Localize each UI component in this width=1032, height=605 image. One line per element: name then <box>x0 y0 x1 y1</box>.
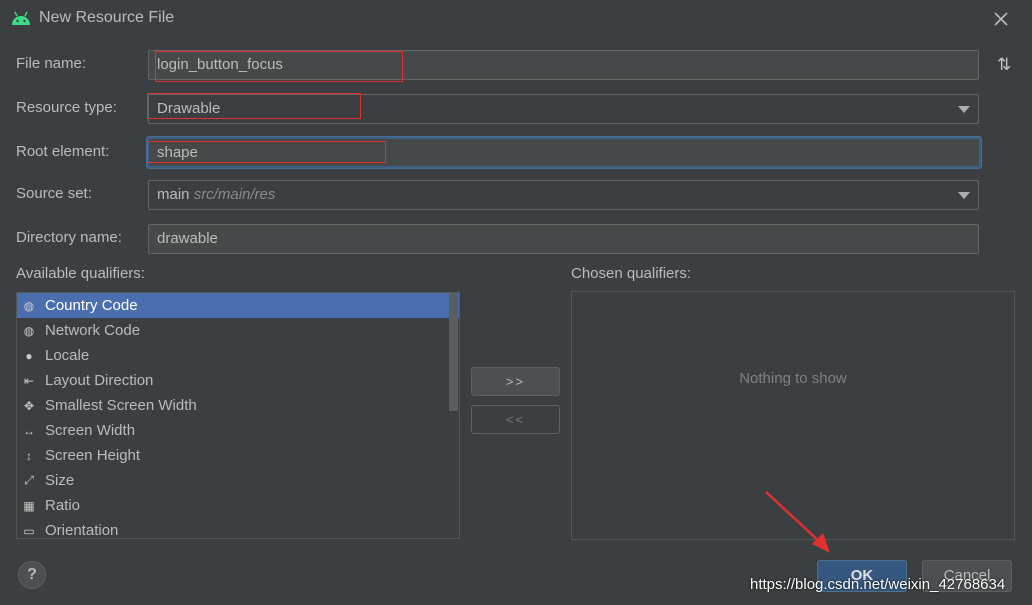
file-name-label: File name: <box>16 55 87 72</box>
qualifier-item[interactable]: ✥ Smallest Screen Width <box>17 393 459 418</box>
qualifier-label: Network Code <box>45 322 141 339</box>
globe-icon: ● <box>25 348 33 363</box>
source-set-value: main <box>157 186 190 203</box>
country-code-icon: ◍ <box>23 298 35 313</box>
close-icon[interactable] <box>990 8 1012 30</box>
title-bar: New Resource File <box>0 0 1032 38</box>
resource-type-label: Resource type: <box>16 99 117 116</box>
qualifier-item[interactable]: ▦ Ratio <box>17 493 459 518</box>
smallest-width-icon: ✥ <box>23 398 35 413</box>
qualifier-item[interactable]: ↕ Screen Height <box>17 443 459 468</box>
root-element-label: Root element: <box>16 143 110 160</box>
orientation-icon: ▭ <box>23 523 35 538</box>
chevron-down-icon <box>958 192 970 199</box>
layout-direction-icon: ⇤ <box>23 373 35 388</box>
qualifier-item[interactable]: ◍ Country Code <box>17 293 459 318</box>
list-scrollbar[interactable] <box>449 293 458 411</box>
qualifier-label: Size <box>45 472 75 489</box>
qualifier-label: Locale <box>45 347 90 364</box>
qualifier-item[interactable]: ⤢ Size <box>17 468 459 493</box>
watermark-text: https://blog.csdn.net/weixin_42768634 <box>750 576 1006 593</box>
source-set-label: Source set: <box>16 185 92 202</box>
chosen-qualifiers-label: Chosen qualifiers: <box>571 265 692 282</box>
source-set-hint: src/main/res <box>193 186 276 203</box>
annotation-box-file-name <box>155 51 403 82</box>
annotation-arrow <box>765 491 830 553</box>
qualifier-label: Screen Width <box>45 422 136 439</box>
qualifier-label: Country Code <box>45 297 138 314</box>
network-code-icon: ◍ <box>23 323 35 338</box>
directory-name-input[interactable]: drawable <box>148 224 979 254</box>
annotation-box-root-element <box>147 141 386 163</box>
ratio-icon: ▦ <box>23 498 35 513</box>
qualifier-label: Smallest Screen Width <box>45 397 197 414</box>
available-qualifiers-label: Available qualifiers: <box>16 265 145 282</box>
qualifier-item[interactable]: ▭ Orientation <box>17 518 459 539</box>
qualifier-item[interactable]: ◍ Network Code <box>17 318 459 343</box>
chevron-down-icon <box>958 106 970 113</box>
annotation-box-resource-type <box>147 93 361 119</box>
qualifier-label: Orientation <box>45 522 119 539</box>
directory-name-label: Directory name: <box>16 229 122 246</box>
help-button[interactable]: ? <box>18 561 46 589</box>
size-icon: ⤢ <box>24 473 34 487</box>
android-icon <box>12 11 30 25</box>
screen-height-icon: ↕ <box>26 448 32 463</box>
sort-icon[interactable]: ⇅ <box>997 55 1011 75</box>
directory-name-value: drawable <box>157 230 218 247</box>
screen-width-icon: ↔ <box>23 423 35 438</box>
qualifier-item[interactable]: ⇤ Layout Direction <box>17 368 459 393</box>
empty-state-text: Nothing to show <box>739 370 847 387</box>
add-qualifier-button[interactable]: >> <box>471 367 560 396</box>
qualifier-item[interactable]: ● Locale <box>17 343 459 368</box>
dialog-title: New Resource File <box>39 9 175 26</box>
source-set-select[interactable]: main src/main/res <box>148 180 979 210</box>
qualifier-label: Layout Direction <box>45 372 154 389</box>
remove-qualifier-button[interactable]: << <box>471 405 560 434</box>
qualifier-item[interactable]: ↔ Screen Width <box>17 418 459 443</box>
qualifier-label: Ratio <box>45 497 81 514</box>
qualifier-label: Screen Height <box>45 447 141 464</box>
available-qualifiers-list[interactable]: ◍ Country Code ◍ Network Code ● Locale ⇤ Layout… <box>16 292 460 539</box>
